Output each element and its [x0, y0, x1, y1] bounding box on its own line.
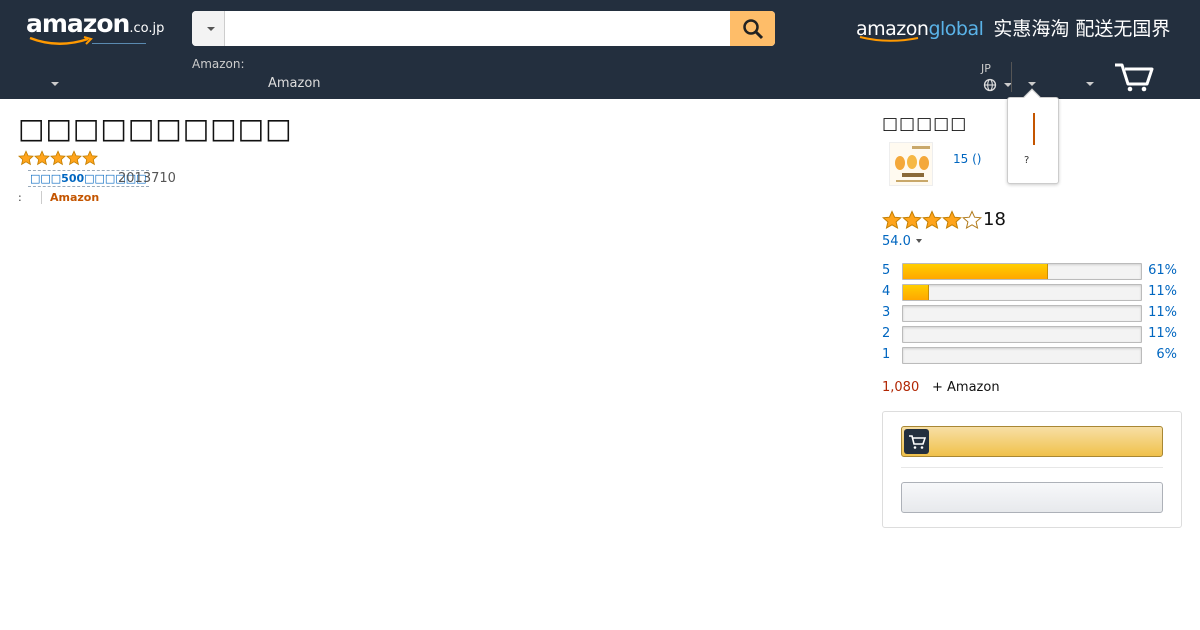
histogram-percent[interactable]: 11%	[1144, 284, 1177, 299]
language-code[interactable]: JP	[981, 62, 991, 75]
star-icon	[34, 150, 50, 166]
histogram-bar-track[interactable]	[902, 305, 1142, 322]
top-nav-bar: amazon.co.jp amazon global 实惠海淘 配送无国界 Amaz…	[0, 0, 1200, 99]
star-icon	[942, 210, 962, 230]
histogram-bar-fill	[903, 285, 930, 300]
histogram-star-label[interactable]: 5	[882, 263, 890, 278]
histogram-percent[interactable]: 11%	[1144, 326, 1177, 341]
star-icon	[882, 210, 902, 230]
global-slogan: 实惠海淘 配送无国界	[993, 18, 1171, 40]
popover-help-link[interactable]: ?	[1024, 155, 1029, 166]
chevron-down-icon[interactable]	[916, 239, 922, 243]
star-icon	[66, 150, 82, 166]
histogram-bar-track[interactable]	[902, 347, 1142, 364]
star-icon	[962, 210, 982, 230]
logo-wordmark: amazon	[26, 9, 130, 38]
nav-link-amazon[interactable]: Amazon	[268, 76, 321, 91]
histogram-star-label[interactable]: 1	[882, 347, 890, 362]
star-icon	[922, 210, 942, 230]
buy-box	[882, 411, 1182, 528]
product-rating-stars[interactable]	[18, 150, 98, 166]
nav-divider	[1011, 62, 1012, 92]
format-link[interactable]: 15 ()	[953, 152, 981, 166]
globe-icon[interactable]	[983, 78, 997, 92]
chevron-down-icon[interactable]	[51, 82, 59, 86]
chevron-down-icon	[207, 27, 215, 31]
popover-accent-line	[1033, 113, 1035, 145]
buy-box-divider	[901, 467, 1163, 468]
histogram-bar-fill	[903, 264, 1049, 279]
histogram-percent[interactable]: 6%	[1144, 347, 1177, 362]
seller-link[interactable]: Amazon	[50, 191, 99, 204]
histogram-star-label[interactable]: 2	[882, 326, 890, 341]
logo-smile-icon	[29, 36, 93, 45]
cart-icon	[904, 429, 929, 454]
average-rating-stars[interactable]	[882, 210, 982, 230]
global-smile-icon	[859, 36, 919, 42]
histogram-bar-track[interactable]	[902, 326, 1142, 343]
star-icon	[82, 150, 98, 166]
global-brand-global: global	[928, 18, 984, 40]
price: 1,080	[882, 380, 920, 395]
book-cover-image	[890, 143, 932, 185]
account-popover: ?	[1007, 88, 1059, 184]
histogram-percent[interactable]: 11%	[1144, 305, 1177, 320]
byline-label: :	[18, 191, 22, 204]
add-to-cart-button[interactable]	[901, 426, 1163, 457]
star-icon	[50, 150, 66, 166]
shipping-note: + Amazon	[932, 380, 1000, 395]
search-category-dropdown[interactable]	[192, 11, 225, 46]
histogram-bar-track[interactable]	[902, 284, 1142, 301]
product-title: □□□□□□□□□□	[18, 112, 293, 145]
histogram-percent[interactable]: 61%	[1144, 263, 1177, 278]
star-icon	[902, 210, 922, 230]
review-count[interactable]: 18	[983, 209, 1006, 230]
histogram-bar-track[interactable]	[902, 263, 1142, 280]
byline-divider	[41, 191, 42, 204]
chevron-down-icon[interactable]	[1086, 82, 1094, 86]
product-thumbnail[interactable]	[889, 142, 933, 186]
star-icon	[18, 150, 34, 166]
search-icon	[742, 18, 763, 39]
search-input[interactable]	[226, 11, 730, 46]
histogram-star-label[interactable]: 3	[882, 305, 890, 320]
histogram-star-label[interactable]: 4	[882, 284, 890, 299]
cart-icon[interactable]	[1113, 62, 1155, 92]
average-score[interactable]: 54.0	[882, 234, 911, 249]
sidebar-title: □□□□□	[882, 114, 968, 134]
search-bar	[192, 11, 775, 46]
release-date: 2013710	[118, 171, 176, 186]
nav-deliver-label: Amazon:	[192, 57, 245, 71]
logo-suffix: .co.jp	[129, 21, 165, 36]
secondary-button[interactable]	[901, 482, 1163, 513]
amazon-logo[interactable]: amazon.co.jp	[26, 9, 165, 45]
search-button[interactable]	[730, 11, 775, 46]
chevron-down-icon[interactable]	[1028, 82, 1036, 86]
logo-underline	[92, 43, 146, 44]
